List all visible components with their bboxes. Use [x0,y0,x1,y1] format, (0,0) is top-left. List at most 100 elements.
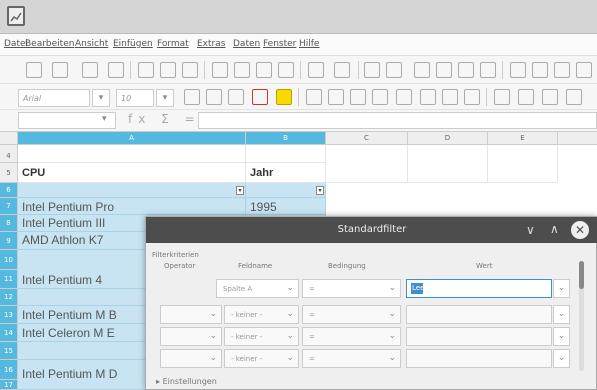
chevron-down-icon[interactable]: ⌄ [553,349,570,368]
chevron-down-icon[interactable]: ⌄ [553,305,570,324]
formula-input[interactable] [198,112,597,129]
row-header[interactable]: 15 [0,342,18,360]
condition-select-4[interactable]: = ⌄ [302,349,401,368]
autofilter-dropdown-icon[interactable]: ▾ [236,186,244,195]
delete-icon[interactable] [480,62,496,78]
align-center-icon[interactable] [328,89,344,105]
menu-ansicht[interactable]: Ansicht [75,39,108,49]
value-input-2[interactable] [406,305,552,324]
row-header[interactable]: 5 [0,163,18,183]
row-header[interactable]: 17 [0,380,18,390]
chevron-down-icon[interactable]: ▾ [102,114,107,124]
scrollbar-thumb[interactable] [579,261,584,289]
value-input-1[interactable]: Leer [406,279,552,298]
condition-select-2[interactable]: = ⌄ [302,305,401,324]
spelling-icon[interactable] [386,62,402,78]
row-icon[interactable] [414,62,430,78]
menu-daten[interactable]: Daten [233,39,260,49]
sort-icon[interactable] [510,62,526,78]
cell[interactable] [246,183,326,198]
row-header[interactable]: 4 [0,145,18,163]
field-name-select-4[interactable]: - keiner - ⌄ [224,349,299,368]
cell-jahr[interactable]: 1995 [246,198,326,215]
open-icon[interactable] [52,62,68,78]
row-header[interactable]: 9 [0,232,18,250]
clone-formatting-icon[interactable] [278,62,294,78]
undo-icon[interactable] [308,62,324,78]
operator-select-3[interactable]: ⌄ [160,327,222,346]
chevron-down-icon[interactable]: ⌄ [553,279,570,298]
merge-cells-icon[interactable] [396,89,412,105]
corner-select-all[interactable] [0,132,18,145]
insert-icon[interactable] [458,62,474,78]
row-header[interactable]: 12 [0,289,18,306]
percent-icon[interactable] [518,89,534,105]
cell[interactable] [408,145,488,183]
column-header-a[interactable]: A [18,132,246,145]
field-name-select-3[interactable]: - keiner - ⌄ [224,327,299,346]
row-header[interactable]: 11 [0,270,18,289]
redo-icon[interactable] [334,62,350,78]
cell-header-cpu[interactable]: CPU [18,163,246,183]
find-replace-icon[interactable] [364,62,380,78]
close-icon[interactable]: ✕ [571,221,589,239]
condition-select-3[interactable]: = ⌄ [302,327,401,346]
chevron-down-icon[interactable]: ▾ [156,89,174,107]
menu-bearbeiten[interactable]: Bearbeiten [25,39,74,49]
operator-select-4[interactable]: ⌄ [160,349,222,368]
cell[interactable] [488,145,558,183]
autofilter-dropdown-icon[interactable]: ▾ [316,186,324,195]
save-icon[interactable] [82,62,98,78]
font-size-box[interactable]: 10 [116,89,154,107]
column-header-f[interactable] [558,132,597,145]
sort-descending-icon[interactable] [554,62,570,78]
row-header[interactable]: 14 [0,324,18,342]
chevron-down-icon[interactable]: ⌄ [553,327,570,346]
export-pdf-icon[interactable] [108,62,124,78]
value-input-4[interactable] [406,349,552,368]
row-header[interactable]: 7 [0,198,18,215]
number-format-icon[interactable] [542,89,558,105]
cell[interactable] [246,145,326,163]
sort-ascending-icon[interactable] [532,62,548,78]
row-header[interactable]: 8 [0,215,18,232]
row-header[interactable]: 10 [0,250,18,270]
chevron-down-icon[interactable]: ▾ [92,89,110,107]
align-left-icon[interactable] [306,89,322,105]
align-bottom-icon[interactable] [464,89,480,105]
copy-icon[interactable] [234,62,250,78]
menu-einfuegen[interactable]: Einfügen [113,39,153,49]
column-icon[interactable] [436,62,452,78]
italic-icon[interactable] [206,89,222,105]
currency-icon[interactable] [494,89,510,105]
column-header-c[interactable]: C [326,132,408,145]
cell[interactable] [18,183,246,198]
align-top-icon[interactable] [420,89,436,105]
cell-cpu[interactable]: Intel Pentium Pro [18,198,246,215]
menu-hilfe[interactable]: Hilfe [299,39,319,49]
condition-select-1[interactable]: = ⌄ [302,279,401,298]
function-wizard-icons[interactable]: fx Σ = [128,112,201,126]
justify-icon[interactable] [372,89,388,105]
minimize-icon[interactable]: ∨ [526,223,535,237]
options-expander[interactable]: ▸ Einstellungen [156,377,217,386]
field-name-select-2[interactable]: - keiner - ⌄ [224,305,299,324]
add-decimal-icon[interactable] [566,89,582,105]
value-input-3[interactable] [406,327,552,346]
new-document-icon[interactable] [26,62,42,78]
maximize-icon[interactable]: ∧ [550,222,559,236]
highlight-color-icon[interactable] [276,89,292,105]
column-header-b[interactable]: B [246,132,326,145]
center-vertical-icon[interactable] [442,89,458,105]
row-header[interactable]: 13 [0,306,18,324]
field-name-select-1[interactable]: Spalte A ⌄ [216,279,299,298]
menu-fenster[interactable]: Fenster [263,39,296,49]
row-header[interactable]: 16 [0,360,18,380]
autofilter-icon[interactable] [576,62,592,78]
underline-icon[interactable] [228,89,244,105]
spellcheck-icon[interactable] [182,62,198,78]
column-header-d[interactable]: D [408,132,488,145]
font-name-box[interactable]: Arial [18,89,90,107]
cell[interactable] [18,145,246,163]
bold-icon[interactable] [184,89,200,105]
